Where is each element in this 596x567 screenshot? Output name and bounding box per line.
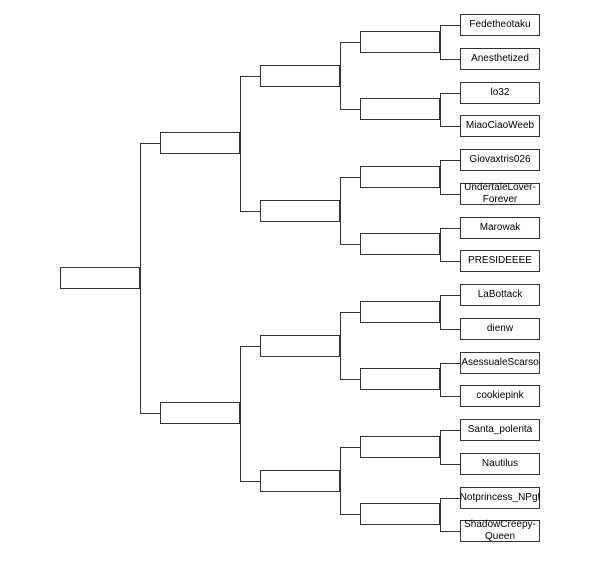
connector-h	[340, 109, 360, 110]
connector-h	[140, 413, 160, 414]
player-box: AsessualeScarso	[460, 352, 540, 374]
connector-v	[240, 76, 241, 211]
connector-h	[240, 346, 260, 347]
connector-v	[340, 42, 341, 110]
player-box	[360, 436, 440, 458]
connector-h	[240, 481, 260, 482]
player-box	[360, 166, 440, 188]
connector-v	[440, 160, 441, 194]
connector-h	[440, 261, 460, 262]
connector-h	[340, 42, 360, 43]
connector-h	[340, 514, 360, 515]
player-box	[360, 368, 440, 390]
player-box: lo32	[460, 82, 540, 104]
player-box: cookiepink	[460, 385, 540, 407]
connector-v	[440, 93, 441, 127]
player-box	[160, 402, 240, 424]
connector-h	[440, 59, 460, 60]
connector-h	[440, 160, 460, 161]
player-box: UndertaleLover-Forever	[460, 183, 540, 205]
connector-h	[440, 228, 460, 229]
connector-h	[440, 430, 460, 431]
connector-h	[440, 396, 460, 397]
connector-h	[340, 379, 360, 380]
connector-v	[440, 228, 441, 262]
connector-v	[340, 312, 341, 380]
player-box: LaBottack	[460, 284, 540, 306]
player-box: Marowak	[460, 217, 540, 239]
player-box	[160, 132, 240, 154]
connector-h	[440, 194, 460, 195]
connector-h	[340, 312, 360, 313]
connector-v	[440, 363, 441, 397]
player-box	[260, 335, 340, 357]
player-box	[260, 470, 340, 492]
connector-h	[440, 363, 460, 364]
connector-h	[440, 93, 460, 94]
player-box: PRESIDEEEE	[460, 250, 540, 272]
player-box: Fedetheotaku	[460, 14, 540, 36]
bracket-container: Fedetheotaku Anesthetized lo32 MiaoCiaoWeeb…	[0, 0, 596, 567]
player-box: Nautilus	[460, 453, 540, 475]
connector-v	[440, 295, 441, 329]
connector-h	[240, 76, 260, 77]
connector-v	[140, 143, 141, 413]
player-box: MiaoCiaoWeeb	[460, 115, 540, 137]
player-box	[260, 65, 340, 87]
connector-v	[440, 25, 441, 59]
connector-h	[140, 143, 160, 144]
player-box: Santa_polenta	[460, 419, 540, 441]
player-box	[360, 233, 440, 255]
connector-h	[240, 211, 260, 212]
player-box: ShadowCreepy-Queen	[460, 520, 540, 542]
player-box	[360, 503, 440, 525]
connector-h	[440, 329, 460, 330]
player-box: dienw	[460, 318, 540, 340]
connector-v	[340, 447, 341, 515]
connector-v	[240, 346, 241, 481]
player-box	[60, 267, 140, 289]
player-box: Giovaxtris026	[460, 149, 540, 171]
player-box: Notprincess_NPgf	[460, 487, 540, 509]
player-box	[260, 200, 340, 222]
connector-h	[440, 295, 460, 296]
connector-h	[440, 498, 460, 499]
connector-h	[440, 25, 460, 26]
player-box	[360, 301, 440, 323]
connector-v	[340, 177, 341, 245]
player-box	[360, 98, 440, 120]
connector-h	[440, 464, 460, 465]
connector-v	[440, 498, 441, 532]
connector-h	[340, 244, 360, 245]
player-box: Anesthetized	[460, 48, 540, 70]
connector-h	[340, 177, 360, 178]
connector-h	[440, 531, 460, 532]
connector-h	[340, 447, 360, 448]
player-box	[360, 31, 440, 53]
connector-v	[440, 430, 441, 464]
connector-h	[440, 126, 460, 127]
